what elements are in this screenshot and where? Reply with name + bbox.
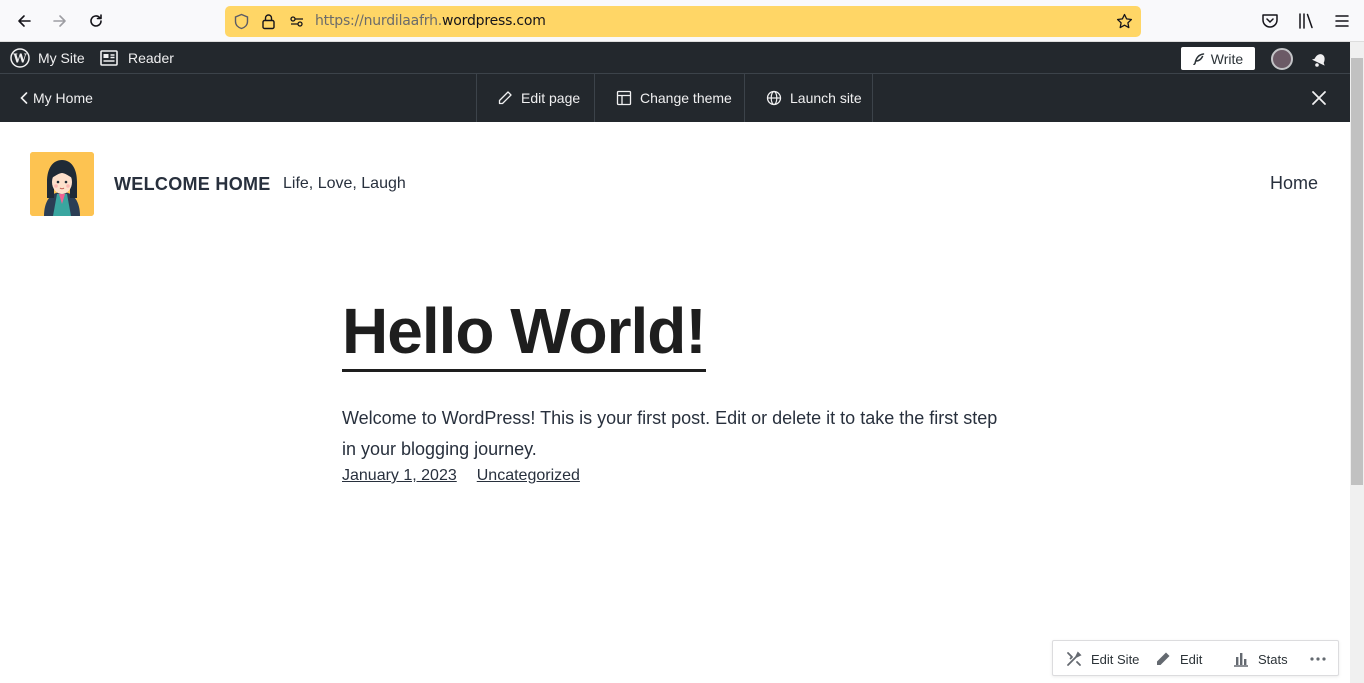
edit-button[interactable]: Edit	[1154, 641, 1202, 677]
floating-edit-toolbar: Edit Site Edit Stats	[1052, 640, 1339, 676]
url-prefix: https://nurdilaafrh.	[315, 13, 443, 29]
page-toolbar: My Home Edit page Change theme Launch si…	[0, 74, 1350, 122]
bar-chart-icon	[1234, 653, 1248, 667]
launch-site-button[interactable]: Launch site	[766, 74, 862, 122]
edit-page-label: Edit page	[521, 90, 581, 106]
pocket-icon[interactable]	[1260, 11, 1280, 31]
arrow-left-icon	[18, 15, 31, 27]
reload-icon	[90, 14, 102, 27]
url-text: https://nurdilaafrh.wordpress.com	[315, 13, 546, 29]
back-button[interactable]	[11, 8, 37, 34]
site-title[interactable]: WELCOME HOME	[114, 174, 271, 195]
divider	[744, 74, 745, 122]
write-label: Write	[1210, 50, 1244, 67]
feather-icon	[1193, 52, 1205, 65]
lock-icon[interactable]	[260, 13, 277, 30]
site-tagline: Life, Love, Laugh	[283, 175, 406, 192]
wordpress-logo-icon: W	[10, 48, 30, 68]
site-logo[interactable]	[30, 152, 94, 216]
arrow-right-icon	[53, 15, 66, 27]
pencil-icon	[1157, 652, 1170, 665]
svg-text:W: W	[12, 52, 27, 66]
stats-button[interactable]: Stats	[1232, 641, 1288, 677]
post-title[interactable]: Hello World!	[342, 293, 707, 372]
reload-button[interactable]	[83, 8, 109, 34]
browser-toolbar: https://nurdilaafrh.wordpress.com	[0, 0, 1364, 42]
post-category-link[interactable]: Uncategorized	[477, 467, 580, 485]
hamburger-menu-icon[interactable]	[1332, 11, 1352, 31]
launch-site-label: Launch site	[790, 90, 862, 106]
my-site-link[interactable]: W My Site	[10, 42, 85, 74]
reader-icon	[100, 50, 118, 66]
url-domain: wordpress.com	[442, 13, 546, 29]
divider	[872, 74, 873, 122]
address-bar[interactable]: https://nurdilaafrh.wordpress.com	[225, 6, 1141, 37]
more-options-button[interactable]	[1309, 641, 1327, 677]
change-theme-label: Change theme	[640, 90, 732, 106]
stats-label: Stats	[1258, 651, 1288, 667]
scrollbar-thumb[interactable]	[1351, 58, 1363, 485]
post-meta: January 1, 2023 Uncategorized	[342, 467, 580, 485]
change-theme-button[interactable]: Change theme	[616, 74, 732, 122]
permissions-icon[interactable]	[288, 13, 305, 30]
edit-page-button[interactable]: Edit page	[497, 74, 580, 122]
divider	[476, 74, 477, 122]
library-icon[interactable]	[1296, 11, 1316, 31]
ellipsis-icon	[1310, 657, 1326, 661]
nav-home-link[interactable]: Home	[1270, 173, 1318, 194]
reader-link[interactable]: Reader	[100, 42, 174, 74]
edit-site-label: Edit Site	[1091, 651, 1140, 667]
my-site-label: My Site	[38, 50, 85, 66]
shield-icon[interactable]	[233, 13, 250, 30]
edit-site-button[interactable]: Edit Site	[1065, 641, 1139, 677]
layout-icon	[616, 90, 632, 106]
my-home-label: My Home	[33, 90, 93, 106]
divider	[594, 74, 595, 122]
bookmark-star-icon[interactable]	[1116, 13, 1133, 30]
edit-label: Edit	[1180, 651, 1203, 667]
user-avatar[interactable]	[1271, 48, 1293, 70]
my-home-link[interactable]: My Home	[20, 74, 93, 122]
tools-icon	[1067, 651, 1082, 666]
close-icon[interactable]	[1311, 90, 1327, 106]
chevron-left-icon	[20, 92, 28, 104]
wp-admin-bar: W My Site Reader Write	[0, 42, 1350, 74]
post-date-link[interactable]: January 1, 2023	[342, 467, 457, 485]
girl-avatar-icon	[30, 152, 94, 216]
notifications-bell-icon[interactable]	[1310, 49, 1330, 69]
pencil-icon	[498, 91, 512, 105]
reader-label: Reader	[128, 50, 174, 66]
write-button[interactable]: Write	[1181, 47, 1255, 70]
forward-button[interactable]	[47, 8, 73, 34]
globe-icon	[766, 90, 782, 106]
post-body: Welcome to WordPress! This is your first…	[342, 408, 998, 459]
